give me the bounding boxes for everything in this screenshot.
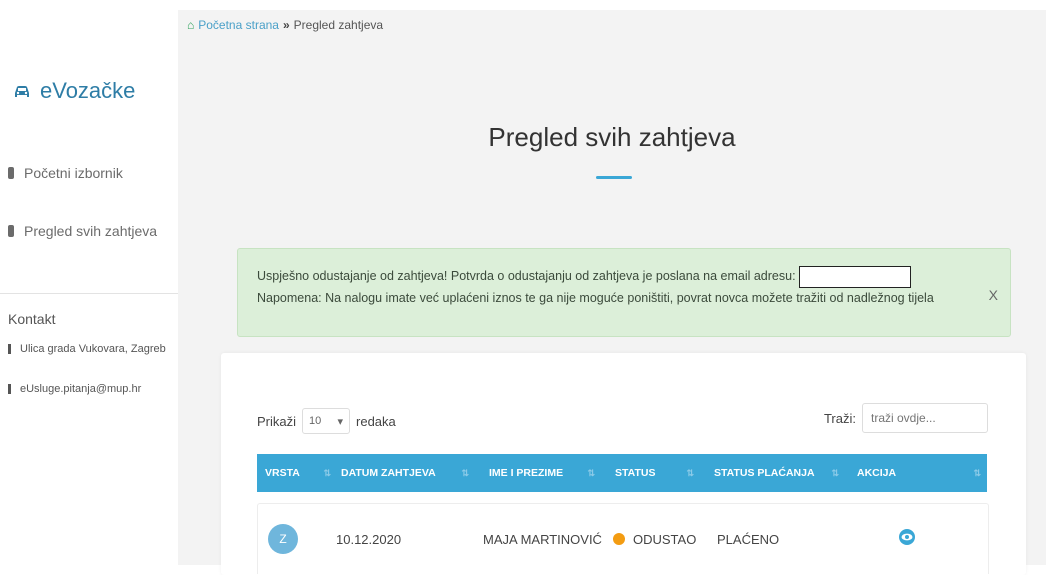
sidebar-item-all-requests[interactable]: Pregled svih zahtjeva	[8, 223, 157, 239]
cell-type: Z	[258, 524, 328, 554]
sort-icon: ⇅	[461, 467, 469, 478]
page-length-control: Prikaži 10 ▾ redaka	[257, 408, 396, 434]
breadcrumb-home-link[interactable]: Početna strana	[198, 18, 279, 32]
status-text: ODUSTAO	[633, 531, 697, 547]
cell-date: 10.12.2020	[336, 531, 402, 547]
sidebar: eVozačke Početni izbornik Pregled svih z…	[0, 10, 178, 565]
sidebar-divider	[0, 293, 178, 294]
page-size-select[interactable]: 10 ▾	[302, 408, 351, 434]
contact-address: Ulica grada Vukovara, Zagreb	[8, 343, 166, 355]
close-icon[interactable]: X	[989, 287, 998, 303]
sort-icon: ⇅	[587, 467, 595, 478]
requests-card: Prikaži 10 ▾ redaka Traži: VRSTA⇅ DATUM …	[221, 353, 1026, 575]
brand[interactable]: eVozačke	[12, 78, 135, 104]
contact-address-text: Ulica grada Vukovara, Zagreb	[20, 343, 166, 355]
email-redacted-box	[798, 266, 911, 288]
table-row: Z 10.12.2020 MAJA MARTINOVIĆ ODUSTAO PLA…	[257, 503, 989, 574]
list-icon	[8, 225, 14, 237]
rows-label: redaka	[356, 413, 396, 429]
column-header-payment-status[interactable]: STATUS PLAĆANJA ⇅	[700, 454, 845, 492]
column-header-name[interactable]: IME I PREZIME ⇅	[475, 454, 601, 492]
breadcrumb-separator: »	[282, 18, 290, 32]
status-dot-icon	[613, 533, 625, 545]
success-alert: Uspješno odustajanje od zahtjeva! Potvrd…	[237, 248, 1011, 337]
alert-line-1: Uspješno odustajanje od zahtjeva! Potvrd…	[257, 269, 796, 283]
request-type-badge: Z	[268, 524, 298, 554]
column-header-status[interactable]: STATUS ⇅	[601, 454, 700, 492]
cell-payment-status: PLAĆENO	[717, 531, 780, 547]
column-header-action[interactable]: AKCIJA ⇅	[845, 454, 987, 492]
sidebar-item-home-menu[interactable]: Početni izbornik	[8, 165, 123, 181]
sort-icon: ⇅	[973, 467, 981, 478]
home-icon[interactable]: ⌂	[187, 18, 194, 32]
table-header: VRSTA ⇅ DATUM ZAHTJEVA ⇅ IME I PREZIME ⇅ ST…	[257, 454, 987, 492]
sidebar-item-label: Početni izbornik	[24, 165, 123, 181]
sort-icon: ⇅	[686, 467, 694, 478]
book-icon	[8, 167, 14, 179]
main-content: ⌂ Početna strana » Pregled zahtjeva Preg…	[178, 10, 1046, 575]
column-header-type[interactable]: VRSTA ⇅	[257, 454, 337, 492]
alert-text: Uspješno odustajanje od zahtjeva! Potvrd…	[257, 266, 977, 308]
sidebar-item-label: Pregled svih zahtjeva	[24, 223, 158, 239]
title-underline	[596, 176, 632, 179]
contact-email[interactable]: eUsluge.pitanja@mup.hr	[8, 383, 141, 395]
breadcrumb-current: Pregled zahtjeva	[293, 18, 384, 32]
breadcrumb: ⌂ Početna strana » Pregled zahtjeva	[187, 18, 383, 32]
contact-email-text: eUsluge.pitanja@mup.hr	[20, 383, 142, 395]
page-size-value: 10	[309, 415, 322, 427]
car-icon	[15, 86, 29, 97]
page-title: Pregled svih zahtjeva	[488, 122, 736, 152]
column-header-date[interactable]: DATUM ZAHTJEVA ⇅	[337, 454, 475, 492]
contact-title: Kontakt	[8, 311, 56, 327]
sort-icon: ⇅	[831, 467, 839, 478]
map-marker-icon	[8, 344, 11, 354]
search-input[interactable]	[862, 403, 988, 433]
sort-icon: ⇅	[323, 467, 331, 478]
mail-icon	[8, 384, 11, 394]
alert-line-2: Napomena: Na nalogu imate već uplaćeni i…	[257, 291, 934, 305]
search-control: Traži:	[824, 403, 988, 433]
brand-label: eVozačke	[40, 78, 136, 103]
show-label: Prikaži	[257, 413, 297, 429]
chevron-down-icon: ▾	[337, 415, 344, 428]
cell-status: ODUSTAO	[605, 532, 715, 547]
eye-icon[interactable]	[898, 528, 916, 546]
search-label: Traži:	[823, 410, 856, 426]
cell-name: MAJA MARTINOVIĆ	[483, 531, 602, 547]
